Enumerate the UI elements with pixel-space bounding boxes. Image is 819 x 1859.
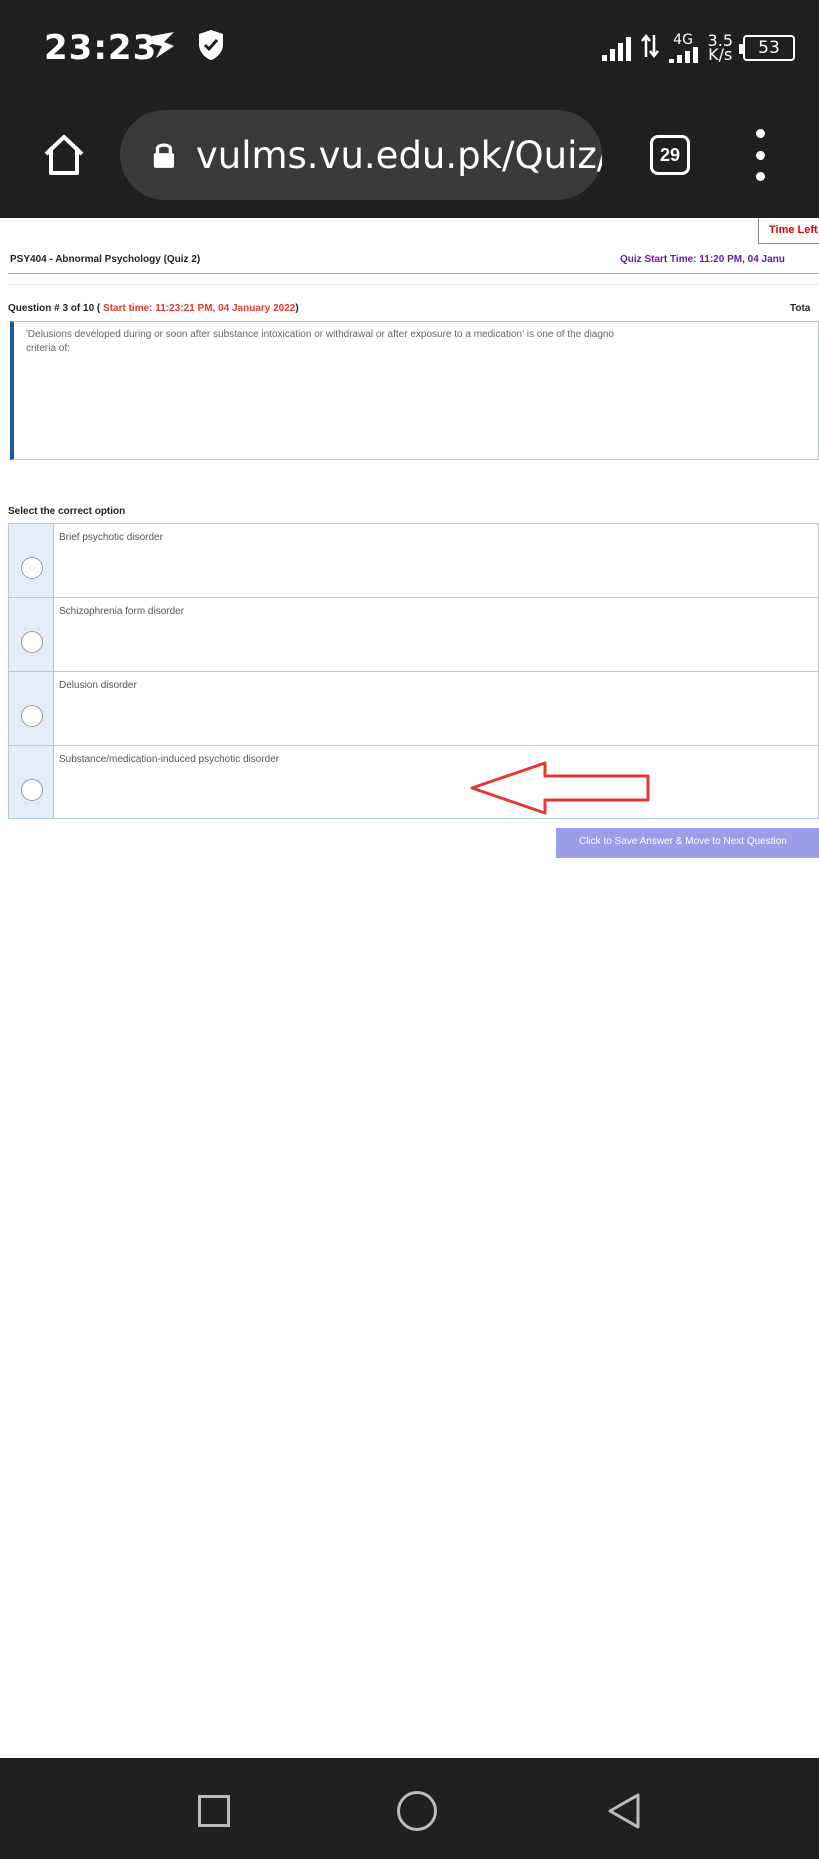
browser-toolbar: vulms.vu.edu.pk/Quiz/Q 29 (0, 95, 819, 218)
option-row[interactable]: Delusion disorder (8, 671, 819, 745)
question-start-time: Start time: 11:23:21 PM, 04 January 2022 (103, 303, 296, 314)
question-number: Question # 3 of 10 ( (8, 303, 101, 314)
save-next-button[interactable]: Click to Save Answer & Move to Next Ques… (556, 828, 819, 858)
status-time: 23:23 (44, 28, 158, 68)
divider (8, 284, 819, 285)
question-header: Question # 3 of 10 ( Start time: 11:23:2… (8, 303, 299, 314)
tabs-button[interactable]: 29 (650, 135, 690, 175)
radio-cell (9, 746, 54, 818)
option-label[interactable]: Schizophrenia form disorder (54, 598, 184, 671)
battery-icon: 53 (739, 35, 795, 61)
menu-more-icon[interactable] (748, 129, 772, 181)
question-box: 'Delusions developed during or soon afte… (10, 321, 819, 460)
data-transfer-icon (640, 33, 659, 63)
signal-4g-icon: 4G (668, 32, 698, 63)
time-left-label: Time Left (769, 224, 818, 236)
radio-cell (9, 524, 54, 597)
back-icon[interactable] (604, 1791, 644, 1831)
question-close-paren: ) (295, 303, 299, 314)
battery-level: 53 (758, 38, 780, 58)
option-radio[interactable] (21, 631, 43, 653)
option-radio[interactable] (21, 779, 43, 801)
network-type: 4G (673, 32, 693, 48)
tab-count: 29 (659, 144, 681, 165)
option-row[interactable]: Brief psychotic disorder (8, 523, 819, 597)
home-nav-icon[interactable] (397, 1791, 437, 1831)
option-radio[interactable] (21, 705, 43, 727)
question-text-line1: 'Delusions developed during or soon afte… (26, 329, 615, 340)
quiz-start-time: Quiz Start Time: 11:20 PM, 04 Janu (620, 254, 785, 265)
signal-icon (601, 35, 631, 61)
option-label[interactable]: Brief psychotic disorder (54, 524, 163, 597)
option-radio[interactable] (21, 557, 43, 579)
recents-icon[interactable] (198, 1795, 230, 1827)
speed-unit: K/s (708, 45, 733, 64)
app-notification-icon (146, 28, 180, 70)
question-text-line2: criteria of: (26, 343, 70, 354)
divider (8, 273, 819, 274)
home-icon (44, 135, 84, 175)
option-label[interactable]: Delusion disorder (54, 672, 137, 745)
select-option-label: Select the correct option (8, 506, 126, 517)
url-text: vulms.vu.edu.pk/Quiz/Q (195, 133, 602, 177)
total-marks-label: Tota (790, 303, 811, 314)
course-row: PSY404 - Abnormal Psychology (Quiz 2) Qu… (10, 254, 819, 274)
navigation-bar (0, 1758, 819, 1859)
option-row[interactable]: Substance/medication-induced psychotic d… (8, 745, 819, 819)
lock-icon (153, 143, 175, 168)
network-speed: 3.5 K/s (708, 33, 733, 64)
shield-check-icon (196, 28, 226, 70)
time-left-box: Time Left (758, 218, 819, 244)
radio-cell (9, 672, 54, 745)
option-label[interactable]: Substance/medication-induced psychotic d… (54, 746, 279, 818)
status-bar: 23:23 4G 3.5 K/s 53 (0, 0, 819, 95)
radio-cell (9, 598, 54, 671)
options-list: Brief psychotic disorder Schizophrenia f… (8, 523, 819, 819)
course-title: PSY404 - Abnormal Psychology (Quiz 2) (10, 254, 201, 265)
status-indicators: 4G 3.5 K/s 53 (601, 26, 795, 70)
address-bar[interactable]: vulms.vu.edu.pk/Quiz/Q (120, 110, 602, 200)
page-content: Time Left PSY404 - Abnormal Psychology (… (0, 218, 819, 1758)
home-button[interactable] (36, 127, 92, 183)
option-row[interactable]: Schizophrenia form disorder (8, 597, 819, 671)
annotation-arrow-icon (470, 761, 650, 815)
